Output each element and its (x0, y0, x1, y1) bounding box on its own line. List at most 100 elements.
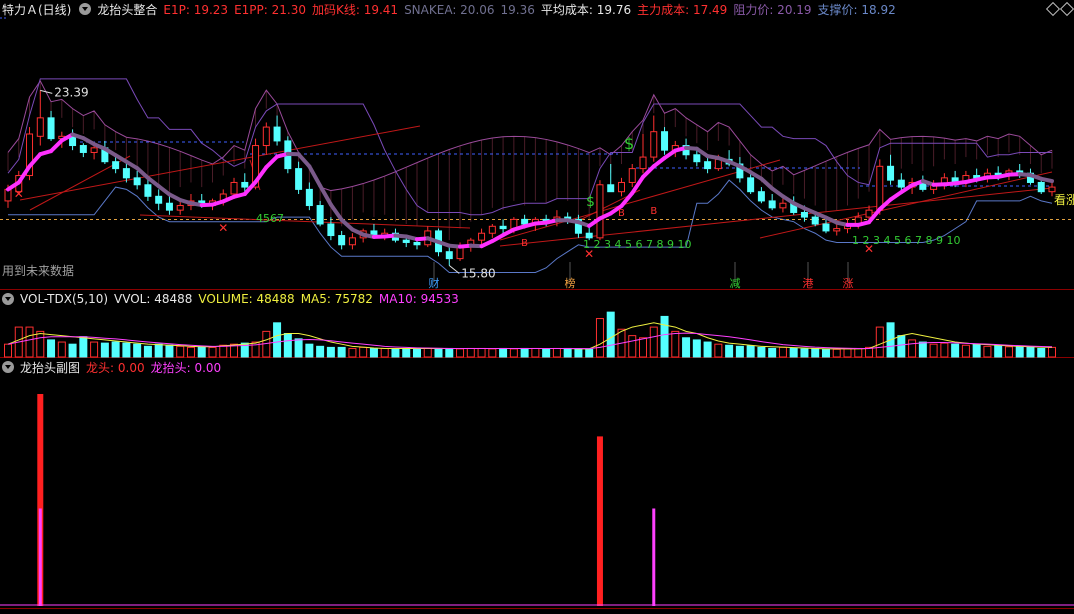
volume-bar (983, 345, 992, 358)
low-price-label: 15.80 (461, 267, 495, 281)
volume-bar (488, 348, 497, 358)
news-tag-2: 减 (730, 277, 741, 290)
volume-bar (25, 326, 34, 358)
candle-body (456, 246, 464, 260)
volume-bar (552, 347, 561, 358)
volume-bar (477, 347, 486, 358)
volume-bar (703, 341, 712, 358)
main-value-6: 主力成本: 17.49 (637, 2, 728, 17)
main-value-2: 加码K线: 19.41 (311, 2, 399, 17)
diamond-icon[interactable] (1045, 1, 1061, 17)
volume-bar (735, 345, 744, 358)
volume-bar (143, 345, 152, 358)
candle-body (693, 154, 701, 163)
volume-bar (606, 311, 615, 358)
volume-bar (499, 347, 508, 358)
volume-bar (305, 343, 314, 358)
candle-body (316, 205, 324, 225)
volume-bar (961, 344, 970, 358)
sub-values: 龙头: 0.00 龙抬头: 0.00 (86, 359, 227, 376)
volume-indicator-name[interactable]: VOL-TDX(5,10) (20, 292, 108, 306)
sub-indicator-name[interactable]: 龙抬头副图 (20, 359, 80, 376)
sub-value-1: 龙抬头: 0.00 (150, 360, 222, 375)
volume-bar (520, 347, 529, 358)
snake-line (1039, 176, 1054, 184)
volume-bar (337, 346, 346, 358)
candle-body (822, 223, 830, 232)
indicator-menu-icon[interactable] (79, 3, 92, 15)
snake-line (307, 164, 323, 188)
volume-bar (1004, 346, 1013, 358)
candle-body (273, 126, 281, 142)
main-value-8: 支撑价: 18.92 (817, 2, 896, 17)
volume-bar (542, 348, 551, 358)
candle-body (90, 147, 98, 153)
sell-cross-icon: ✕ (864, 242, 874, 256)
volume-bar (208, 346, 217, 358)
snake-line (651, 156, 667, 169)
indicator-name[interactable]: 龙抬头整合 (97, 1, 157, 18)
candle-body (478, 232, 486, 241)
vol-value-0: VVOL: 48488 (114, 292, 193, 306)
volume-menu-icon[interactable] (2, 293, 14, 305)
candle-body (413, 241, 421, 246)
volume-bar (778, 346, 787, 358)
signal-bar-0 (596, 436, 603, 606)
volume-bar (1015, 345, 1024, 358)
sub-indicator-header: 龙抬头副图 龙头: 0.00 龙抬头: 0.00 (0, 358, 1074, 376)
volume-bar (294, 338, 303, 358)
volume-bar (585, 348, 594, 358)
main-value-4: 19.36 (500, 2, 535, 17)
candle-body (144, 184, 152, 197)
volume-bar (725, 344, 734, 358)
volume-bar (595, 318, 604, 358)
volume-bar (929, 343, 938, 358)
volume-bar (843, 348, 852, 358)
diamond-icon[interactable] (1059, 1, 1074, 17)
signal-bar-1 (38, 508, 42, 606)
volume-bar (165, 344, 174, 358)
candle-body (704, 161, 712, 170)
main-value-1: E1PP: 21.30 (234, 2, 306, 17)
volume-bar (68, 343, 77, 358)
volume-bar (434, 347, 443, 358)
candle-body (650, 131, 658, 158)
candle-body (876, 165, 884, 211)
snake-line (339, 217, 355, 232)
sell-cross-icon: ✕ (218, 221, 228, 235)
candle-body (499, 225, 507, 230)
candle-body (230, 181, 238, 195)
volume-values: VVOL: 48488 VOLUME: 48488 MA5: 75782 MA10: … (114, 292, 465, 306)
volume-bar (1048, 346, 1056, 358)
level-label: 4567 (256, 212, 284, 225)
trend-line (759, 171, 1053, 239)
volume-bar (972, 343, 981, 358)
volume-bar (466, 347, 475, 358)
volume-bar (154, 343, 163, 358)
volume-bar (176, 345, 185, 358)
volume-bar (4, 343, 12, 358)
volume-bar (854, 347, 863, 358)
stock-name: 特力Ａ(日线) (2, 2, 72, 17)
candle-body (747, 177, 755, 193)
candle-body (295, 168, 303, 190)
volume-bar (402, 347, 411, 358)
volume-bar (714, 343, 723, 358)
volume-bar (380, 347, 389, 358)
snake-line (156, 184, 172, 197)
main-value-7: 阻力价: 20.19 (733, 2, 812, 17)
snake-line (328, 202, 344, 222)
future-data-label: 用到未来数据 (2, 263, 74, 278)
sub-menu-icon[interactable] (2, 361, 14, 373)
main-indicator-header: 特力Ａ(日线) 龙抬头整合 E1P: 19.23 E1PP: 21.30 加码K线:… (0, 0, 1074, 18)
candle-body (779, 202, 787, 209)
bull-label: 看涨 (1054, 192, 1074, 207)
vol-value-1: VOLUME: 48488 (198, 292, 295, 306)
volume-bar (789, 347, 798, 358)
candle-body (865, 209, 873, 218)
buy-signal-icon: B (521, 238, 528, 249)
candle-body (628, 168, 636, 183)
candle-body (1037, 181, 1045, 193)
volume-bar (897, 335, 906, 358)
candle-body (348, 237, 356, 246)
